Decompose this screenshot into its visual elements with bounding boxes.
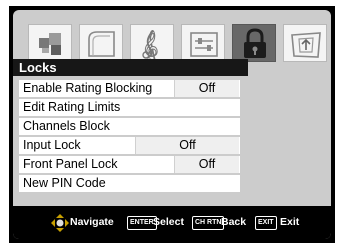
menu-item-label: Channels Block — [23, 119, 110, 133]
speaker-icon — [88, 31, 115, 57]
dpad-icon — [51, 214, 69, 232]
tab-applications[interactable] — [283, 24, 327, 62]
navigation-bar: Navigate ENTER Select CH RTN Back EXIT E… — [13, 206, 331, 239]
menu-item-value[interactable]: Off — [135, 137, 239, 154]
tab-sound[interactable] — [79, 24, 123, 62]
select-label: Select — [153, 216, 184, 228]
menu-item-value[interactable]: Off — [174, 156, 239, 173]
menu-item-input-lock[interactable]: Input Lock Off — [19, 137, 240, 154]
applications-icon — [291, 32, 321, 58]
navigate-label: Navigate — [70, 216, 114, 228]
exit-label: Exit — [280, 216, 300, 228]
back-label: Back — [221, 216, 247, 228]
menu-item-label: Front Panel Lock — [23, 157, 118, 171]
menu-item-channels-block[interactable]: Channels Block — [19, 118, 240, 135]
menu-item-new-pin-code[interactable]: New PIN Code — [19, 175, 240, 192]
picture-icon — [39, 33, 61, 55]
menu-item-label: Input Lock — [23, 138, 81, 152]
menu-item-label: Enable Rating Blocking — [23, 81, 153, 95]
menu-item-label: Edit Rating Limits — [23, 100, 121, 114]
setup-icon — [190, 32, 218, 57]
menu-item-enable-rating-blocking[interactable]: Enable Rating Blocking Off — [19, 80, 240, 97]
music-note-icon: 𝄞 — [142, 30, 160, 64]
tab-picture[interactable] — [28, 24, 72, 62]
menu-title: Locks — [13, 59, 248, 76]
exit-key-icon: EXIT — [255, 216, 277, 230]
ch-rtn-key-icon: CH RTN — [192, 216, 225, 230]
locks-menu-panel: 𝄞 Locks Enable Rating Blocking Off Edit … — [13, 10, 331, 239]
menu-item-edit-rating-limits[interactable]: Edit Rating Limits — [19, 99, 240, 116]
tab-locks[interactable] — [232, 24, 276, 62]
menu-item-value[interactable]: Off — [174, 80, 239, 97]
tab-setup[interactable] — [181, 24, 225, 62]
menu-item-front-panel-lock[interactable]: Front Panel Lock Off — [19, 156, 240, 173]
tab-audio[interactable]: 𝄞 — [130, 24, 174, 64]
category-tabs: 𝄞 — [28, 24, 328, 64]
menu-item-label: New PIN Code — [23, 176, 106, 190]
lock-icon — [244, 28, 266, 58]
